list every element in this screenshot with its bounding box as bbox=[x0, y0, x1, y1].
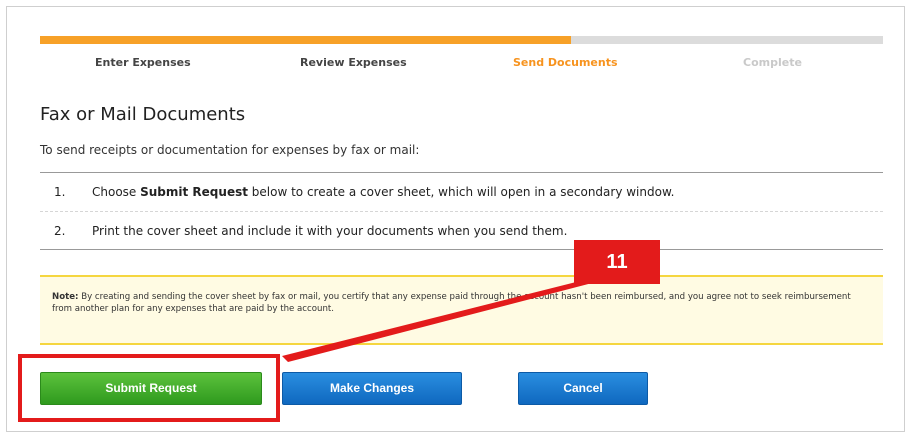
annotation-callout-line bbox=[282, 276, 600, 362]
annotation-step-badge: 11 bbox=[574, 240, 660, 284]
